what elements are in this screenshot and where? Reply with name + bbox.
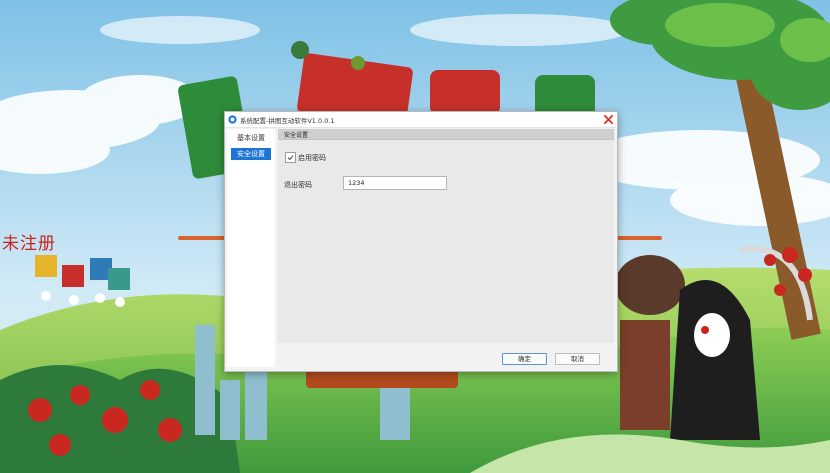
unregistered-watermark: 未注册 — [2, 234, 56, 254]
checkmark-icon — [287, 155, 294, 161]
sidebar-item-basic-settings[interactable]: 基本设置 — [231, 132, 271, 144]
close-button[interactable] — [601, 112, 615, 127]
ok-button[interactable]: 确定 — [502, 353, 547, 365]
dialog-title: 系统配置-拼图互动软件V1.0.0.1 — [240, 117, 335, 125]
settings-content-panel: 安全设置 启用密码 退出密码 — [278, 129, 614, 343]
app-icon — [228, 115, 237, 124]
sidebar-item-security-settings[interactable]: 安全设置 — [231, 148, 271, 160]
dialog-titlebar[interactable]: 系统配置-拼图互动软件V1.0.0.1 — [225, 112, 617, 128]
settings-sidebar: 基本设置 安全设置 — [227, 129, 275, 367]
enable-password-checkbox[interactable] — [285, 152, 296, 163]
enable-password-label: 启用密码 — [298, 154, 326, 162]
close-icon — [603, 115, 613, 124]
section-title: 安全设置 — [284, 132, 309, 139]
section-header: 安全设置 — [278, 129, 614, 140]
cancel-button[interactable]: 取消 — [555, 353, 600, 365]
exit-password-label: 退出密码 — [284, 181, 312, 189]
system-config-dialog: 系统配置-拼图互动软件V1.0.0.1 基本设置 安全设置 安全设置 启用密码 … — [224, 111, 618, 372]
exit-password-input[interactable] — [343, 176, 447, 190]
